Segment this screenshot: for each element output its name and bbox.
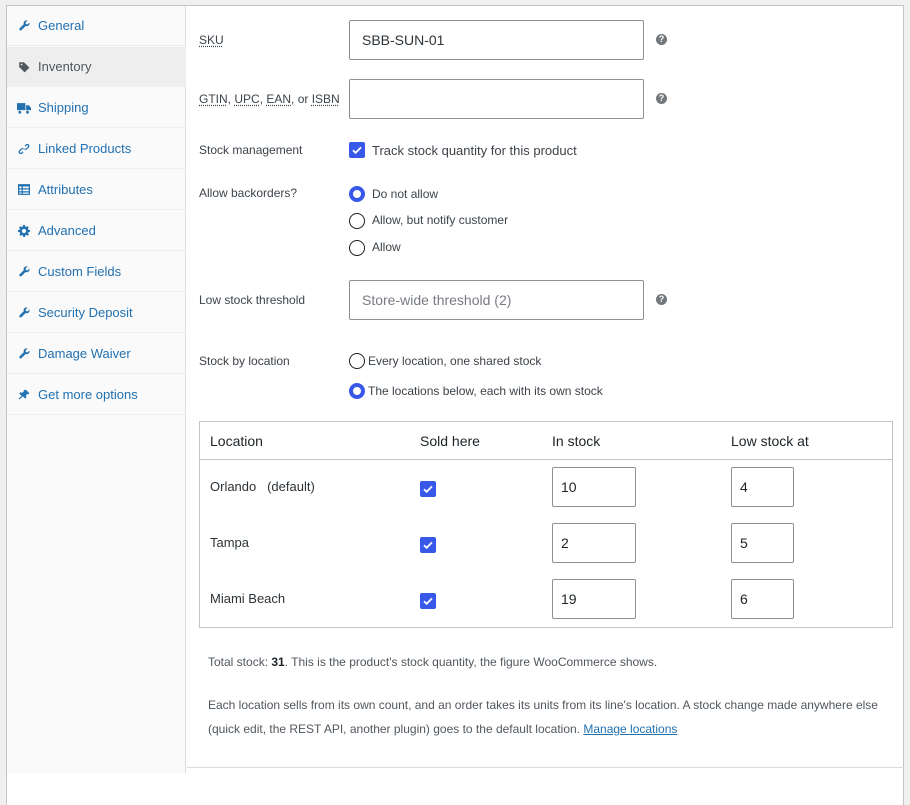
- tab-security-deposit[interactable]: Security Deposit: [7, 293, 186, 333]
- wrench-icon: [17, 306, 31, 320]
- check-icon: [422, 539, 434, 551]
- default-tag: (default): [267, 479, 315, 494]
- low-stock-threshold-label: Low stock threshold: [199, 293, 305, 307]
- tab-general-label: General: [38, 18, 84, 33]
- column-header-location: Location: [210, 433, 263, 449]
- tab-inventory-label: Inventory: [38, 59, 91, 74]
- tab-get-more-options[interactable]: Get more options: [7, 375, 186, 415]
- gear-icon: [17, 224, 31, 238]
- track-stock-checkbox[interactable]: [349, 142, 365, 158]
- in-stock-input[interactable]: 19: [552, 579, 636, 619]
- gtin-label: GTIN, UPC, EAN, or ISBN: [199, 92, 340, 106]
- wrench-icon: [17, 265, 31, 279]
- sold-here-checkbox[interactable]: [420, 537, 436, 553]
- tab-linked-products-label: Linked Products: [38, 141, 131, 156]
- in-stock-input[interactable]: 2: [552, 523, 636, 563]
- per-location-stock-label: The locations below, each with its own s…: [368, 384, 603, 398]
- shared-stock-radio[interactable]: [349, 353, 365, 369]
- stock-management-label: Stock management: [199, 143, 302, 157]
- backorder-radio-notify[interactable]: [349, 213, 365, 229]
- location-name: Tampa: [210, 535, 249, 550]
- location-note: Each location sells from its own count, …: [208, 693, 888, 741]
- tab-attributes-label: Attributes: [38, 182, 93, 197]
- sold-here-checkbox[interactable]: [420, 481, 436, 497]
- check-icon: [351, 144, 363, 156]
- per-location-stock-radio[interactable]: [349, 383, 365, 399]
- tab-attributes[interactable]: Attributes: [7, 170, 186, 210]
- check-icon: [422, 483, 434, 495]
- tab-custom-fields[interactable]: Custom Fields: [7, 252, 186, 292]
- tab-linked-products[interactable]: Linked Products: [7, 129, 186, 169]
- help-icon[interactable]: ?: [656, 93, 667, 104]
- truck-icon: [17, 101, 31, 115]
- help-icon[interactable]: ?: [656, 294, 667, 305]
- tab-general[interactable]: General: [7, 6, 186, 46]
- backorder-radio-do-not-allow[interactable]: [349, 186, 365, 202]
- track-stock-label: Track stock quantity for this product: [372, 143, 577, 158]
- locations-table: Location Sold here In stock Low stock at…: [199, 421, 893, 628]
- table-icon: [17, 183, 31, 197]
- low-stock-threshold-input[interactable]: Store-wide threshold (2): [349, 280, 644, 320]
- table-header: Location Sold here In stock Low stock at: [200, 422, 892, 460]
- backorder-radio-allow[interactable]: [349, 240, 365, 256]
- sku-label: SKU: [199, 33, 224, 47]
- tab-security-deposit-label: Security Deposit: [38, 305, 133, 320]
- column-header-sold-here: Sold here: [420, 433, 480, 449]
- low-stock-input[interactable]: 5: [731, 523, 794, 563]
- low-stock-input[interactable]: 6: [731, 579, 794, 619]
- tab-get-more-options-label: Get more options: [38, 387, 138, 402]
- gtin-input[interactable]: [349, 79, 644, 119]
- backorder-option-label: Do not allow: [372, 187, 438, 201]
- location-name: Orlando (default): [210, 479, 315, 494]
- column-header-in-stock: In stock: [552, 433, 600, 449]
- stock-by-location-label: Stock by location: [199, 354, 290, 368]
- wrench-icon: [17, 19, 31, 33]
- backorders-label: Allow backorders?: [199, 186, 297, 200]
- tag-icon: [17, 60, 31, 74]
- column-header-low-stock: Low stock at: [731, 433, 809, 449]
- tab-advanced-label: Advanced: [38, 223, 96, 238]
- backorder-option-label: Allow: [372, 240, 401, 254]
- tab-shipping[interactable]: Shipping: [7, 88, 186, 128]
- tab-custom-fields-label: Custom Fields: [38, 264, 121, 279]
- tab-advanced[interactable]: Advanced: [7, 211, 186, 251]
- check-icon: [422, 595, 434, 607]
- wrench-icon: [17, 347, 31, 361]
- in-stock-input[interactable]: 10: [552, 467, 636, 507]
- link-icon: [17, 142, 31, 156]
- shared-stock-label: Every location, one shared stock: [368, 354, 541, 368]
- sold-here-checkbox[interactable]: [420, 593, 436, 609]
- tab-inventory[interactable]: Inventory: [7, 47, 186, 87]
- plugin-icon: [17, 388, 31, 402]
- location-name: Miami Beach: [210, 591, 285, 606]
- sku-input[interactable]: SBB-SUN-01: [349, 20, 644, 60]
- tab-shipping-label: Shipping: [38, 100, 89, 115]
- help-icon[interactable]: ?: [656, 34, 667, 45]
- manage-locations-link[interactable]: Manage locations: [583, 722, 677, 736]
- product-data-tabs: General Inventory Shipping Linked Produc…: [7, 6, 186, 773]
- total-stock-note: Total stock: 31. This is the product's s…: [208, 650, 888, 674]
- tab-damage-waiver[interactable]: Damage Waiver: [7, 334, 186, 374]
- low-stock-input[interactable]: 4: [731, 467, 794, 507]
- total-stock-value: 31: [271, 655, 284, 669]
- divider: [187, 767, 904, 768]
- tab-damage-waiver-label: Damage Waiver: [38, 346, 131, 361]
- backorder-option-label: Allow, but notify customer: [372, 213, 508, 227]
